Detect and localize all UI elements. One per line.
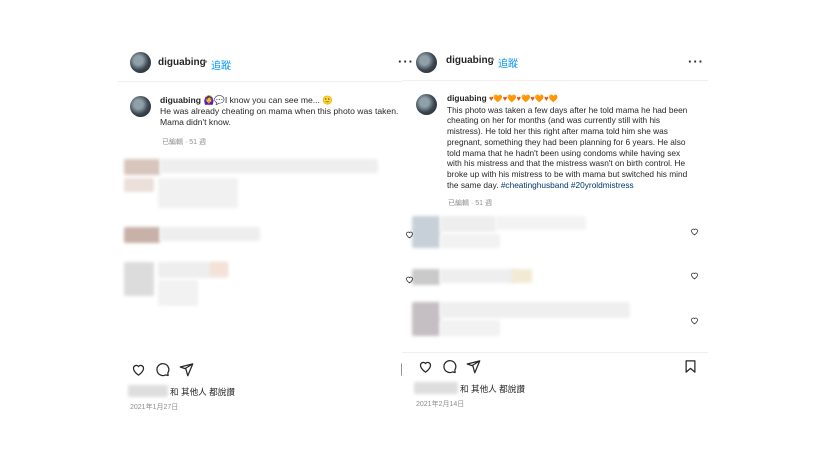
comment-icon[interactable]: [442, 359, 457, 374]
header-divider: [118, 81, 415, 82]
liked-by-avatar-blurred: [128, 385, 168, 397]
comment-like-icon[interactable]: [405, 275, 414, 284]
caption-line: with his mistress and that the mistress …: [447, 158, 686, 169]
avatar[interactable]: [130, 52, 151, 73]
comment-avatar-blurred: [124, 159, 160, 175]
caption-line: I know you can see me...: [224, 95, 323, 105]
caption-username[interactable]: diguabing: [447, 93, 487, 103]
comment-text-blurred: [160, 227, 260, 241]
caption-line: pregnant, something they had been planni…: [447, 136, 686, 147]
comment-text-blurred: [440, 320, 500, 336]
comment-icon[interactable]: [155, 362, 170, 377]
caption-meta: 已編輯 · 51 週: [448, 200, 492, 207]
separator-dot: •: [491, 55, 495, 66]
post-header: diguabing • 追蹤: [118, 40, 415, 82]
heart-icon[interactable]: [131, 362, 146, 377]
post-header: diguabing • 追蹤 ··· ···: [398, 40, 708, 82]
comment-text-blurred: [440, 216, 496, 232]
comment-text-blurred: [124, 178, 154, 192]
caption-line: mistress). He told her this right after …: [447, 126, 668, 137]
comment-text-blurred: [158, 280, 198, 306]
hashtags[interactable]: #cheatinghusband #20yroldmistress: [501, 180, 634, 190]
comment-avatar-blurred: [412, 216, 440, 248]
comment-like-icon[interactable]: [690, 227, 699, 236]
post-date: 2021年1月27日: [130, 404, 179, 411]
caption: diguabing 🙆‍♀️💬I know you can see me... …: [160, 95, 410, 129]
comment-text-blurred: [158, 178, 238, 208]
share-icon[interactable]: [466, 359, 481, 374]
comment-text-blurred: [512, 269, 532, 283]
actions-divider: [402, 352, 708, 353]
avatar[interactable]: [130, 96, 151, 117]
caption-emojis: 🙆‍♀️💬: [203, 95, 225, 105]
caption-username[interactable]: diguabing: [160, 95, 201, 105]
caption-line: cheating on her for months (and was curr…: [447, 115, 661, 126]
comment-avatar-blurred: [124, 227, 160, 243]
comment-avatar-blurred: [412, 302, 440, 336]
share-icon[interactable]: [179, 362, 194, 377]
separator-dot: •: [204, 57, 208, 68]
comment-like-icon[interactable]: [690, 316, 699, 325]
follow-button[interactable]: 追蹤: [498, 55, 518, 70]
more-options-icon[interactable]: ···: [398, 54, 414, 69]
comment-avatar-blurred: [412, 269, 440, 285]
bookmark-icon[interactable]: [683, 359, 698, 374]
follow-button[interactable]: 追蹤: [211, 57, 231, 72]
caption-line: This photo was taken a few days after he…: [447, 104, 688, 115]
caption-line: broke up with his mistress to be with ma…: [447, 168, 688, 179]
comment-text-blurred: [440, 269, 516, 283]
comment-text-blurred: [440, 302, 630, 318]
caption-emojis: ♥🧡♥🧡♥🧡♥🧡♥🧡: [488, 94, 558, 103]
username[interactable]: diguabing: [158, 57, 206, 68]
comment-text-blurred: [160, 159, 378, 173]
comment-like-icon[interactable]: [405, 230, 414, 239]
avatar[interactable]: [416, 52, 437, 73]
comment-like-icon[interactable]: [690, 271, 699, 280]
caption: diguabing ♥🧡♥🧡♥🧡♥🧡♥🧡 This photo was take…: [447, 93, 705, 190]
caption-meta: 已編輯 · 51 週: [162, 139, 206, 146]
caption-line: the same day.: [447, 179, 499, 190]
heart-icon[interactable]: [418, 359, 433, 374]
avatar[interactable]: [416, 94, 437, 115]
comment-avatar-blurred: [124, 262, 154, 296]
post-date: 2021年2月14日: [416, 401, 465, 408]
username[interactable]: diguabing: [446, 55, 494, 66]
comment-text-blurred: [496, 216, 586, 230]
caption-line: Mama didn't know.: [160, 117, 231, 128]
caption-line: He was already cheating on mama when thi…: [160, 106, 399, 117]
header-divider: [402, 80, 708, 81]
caption-line: told mama that he hadn't been using cond…: [447, 147, 681, 158]
post-panel-right: diguabing • 追蹤 ··· ··· diguabing ♥🧡♥🧡♥🧡♥…: [398, 40, 708, 420]
post-panel-left: diguabing • 追蹤 diguabing 🙆‍♀️💬I know you…: [118, 40, 415, 420]
comment-text-blurred: [210, 262, 228, 276]
liked-by-avatar-blurred: [414, 382, 458, 394]
smile-emoji: 🙂: [322, 95, 334, 105]
more-options-icon[interactable]: ···: [688, 54, 704, 69]
liked-by-text[interactable]: 和 其他人 都說讚: [170, 386, 235, 398]
comment-text-blurred: [440, 234, 500, 248]
liked-by-text[interactable]: 和 其他人 都說讚: [460, 383, 525, 395]
